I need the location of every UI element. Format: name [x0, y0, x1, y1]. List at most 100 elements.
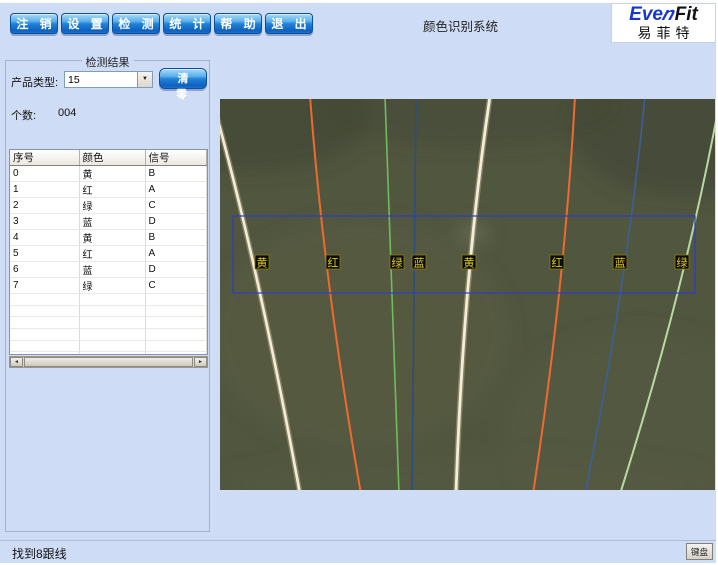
table-cell: 0	[10, 166, 79, 182]
help-button[interactable]: 帮 助	[214, 13, 262, 34]
table-row[interactable]: 4黄B	[10, 230, 207, 246]
table-row[interactable]: 3蓝D	[10, 214, 207, 230]
table-cell: A	[145, 246, 207, 262]
logo-wordmark: EvenFit	[612, 5, 715, 24]
table-row[interactable]: 2绿C	[10, 198, 207, 214]
table-cell: 黄	[79, 166, 145, 182]
table-cell: 蓝	[79, 262, 145, 278]
keyboard-button[interactable]: 键盘	[686, 543, 713, 560]
panel-title: 检测结果	[82, 54, 134, 70]
yellow-wire-1-label: 黄	[257, 256, 268, 270]
table-empty-row[interactable]	[10, 340, 207, 352]
table-cell: D	[145, 214, 207, 230]
table-empty-row[interactable]	[10, 352, 207, 355]
green-wire-1-label: 绿	[392, 256, 403, 270]
table-cell	[145, 305, 207, 317]
detection-results-panel: 检测结果 产品类型: 15 ▼ 清 零 个数: 004 序号颜色信号 0黄B1红…	[5, 60, 210, 532]
table-cell: 红	[79, 182, 145, 198]
table-cell	[79, 352, 145, 355]
yellow-wire-2-label: 黄	[464, 256, 475, 270]
app-window: 注 销设 置检 测统 计帮 助退 出 颜色识别系统 EvenFit 易菲特 检测…	[0, 3, 716, 559]
table-cell: D	[145, 262, 207, 278]
scrollbar-thumb[interactable]	[24, 357, 193, 367]
results-table-container: 序号颜色信号 0黄B1红A2绿C3蓝D4黄B5红A6蓝D7绿C	[9, 149, 208, 355]
table-cell: B	[145, 230, 207, 246]
table-cell	[10, 305, 79, 317]
table-cell: 黄	[79, 230, 145, 246]
table-cell: 2	[10, 198, 79, 214]
table-row[interactable]: 6蓝D	[10, 262, 207, 278]
window-top-edge	[0, 0, 716, 3]
table-cell	[79, 329, 145, 341]
logout-button[interactable]: 注 销	[10, 13, 58, 34]
table-row[interactable]: 5红A	[10, 246, 207, 262]
red-wire-1-label: 红	[328, 257, 339, 270]
table-empty-row[interactable]	[10, 329, 207, 341]
count-value: 004	[58, 107, 76, 119]
column-header[interactable]: 颜色	[79, 150, 145, 166]
green-wire-2-label: 绿	[677, 256, 688, 270]
combo-dropdown-icon[interactable]: ▼	[137, 72, 152, 87]
logo-eve: Eve	[629, 4, 663, 25]
statistics-button[interactable]: 统 计	[163, 13, 211, 34]
table-empty-row[interactable]	[10, 305, 207, 317]
settings-button[interactable]: 设 置	[61, 13, 109, 34]
table-cell: 红	[79, 246, 145, 262]
table-cell: 绿	[79, 278, 145, 294]
table-cell	[10, 352, 79, 355]
table-cell	[10, 294, 79, 306]
results-table: 序号颜色信号 0黄B1红A2绿C3蓝D4黄B5红A6蓝D7绿C	[10, 150, 207, 355]
table-row[interactable]: 7绿C	[10, 278, 207, 294]
table-cell	[145, 340, 207, 352]
table-cell	[79, 305, 145, 317]
table-cell: 5	[10, 246, 79, 262]
column-header[interactable]: 信号	[145, 150, 207, 166]
toolbar: 注 销设 置检 测统 计帮 助退 出	[10, 13, 313, 34]
table-cell	[145, 352, 207, 355]
table-cell	[145, 294, 207, 306]
count-label: 个数:	[11, 107, 36, 123]
table-empty-row[interactable]	[10, 317, 207, 329]
red-wire-2-label: 红	[552, 257, 563, 270]
table-cell	[79, 340, 145, 352]
table-cell: 4	[10, 230, 79, 246]
table-cell: 7	[10, 278, 79, 294]
logo-subtitle: 易菲特	[612, 26, 715, 40]
table-cell: B	[145, 166, 207, 182]
detect-button[interactable]: 检 测	[112, 13, 160, 34]
clear-button[interactable]: 清 零	[159, 68, 207, 89]
status-message: 找到8跟线	[12, 545, 67, 562]
column-header[interactable]: 序号	[10, 150, 79, 166]
table-cell	[79, 294, 145, 306]
table-cell: 1	[10, 182, 79, 198]
scroll-right-icon[interactable]: ►	[194, 357, 207, 367]
table-cell: 蓝	[79, 214, 145, 230]
table-cell	[145, 329, 207, 341]
product-type-select[interactable]: 15 ▼	[64, 71, 153, 88]
table-cell	[145, 317, 207, 329]
camera-view: 黄红绿蓝黄红蓝绿	[220, 99, 715, 490]
table-cell	[10, 340, 79, 352]
app-title: 颜色识别系统	[423, 16, 498, 35]
table-row[interactable]: 0黄B	[10, 166, 207, 182]
table-cell: 绿	[79, 198, 145, 214]
table-cell: 3	[10, 214, 79, 230]
table-cell: C	[145, 278, 207, 294]
status-bar: 找到8跟线 键盘	[0, 540, 716, 563]
table-cell: C	[145, 198, 207, 214]
blue-wire-2-label: 蓝	[615, 257, 626, 270]
table-cell: A	[145, 182, 207, 198]
table-hscrollbar[interactable]: ◄ ►	[9, 356, 208, 368]
product-type-label: 产品类型:	[11, 74, 58, 90]
blue-wire-1-label: 蓝	[414, 257, 425, 270]
table-row[interactable]: 1红A	[10, 182, 207, 198]
table-empty-row[interactable]	[10, 294, 207, 306]
camera-image: 黄红绿蓝黄红蓝绿	[220, 99, 715, 490]
exit-button[interactable]: 退 出	[265, 13, 313, 34]
scroll-left-icon[interactable]: ◄	[10, 357, 23, 367]
table-cell: 6	[10, 262, 79, 278]
logo-fit: Fit	[675, 4, 698, 25]
table-header-row: 序号颜色信号	[10, 150, 207, 166]
table-cell	[79, 317, 145, 329]
evenfit-logo: EvenFit 易菲特	[611, 3, 716, 43]
